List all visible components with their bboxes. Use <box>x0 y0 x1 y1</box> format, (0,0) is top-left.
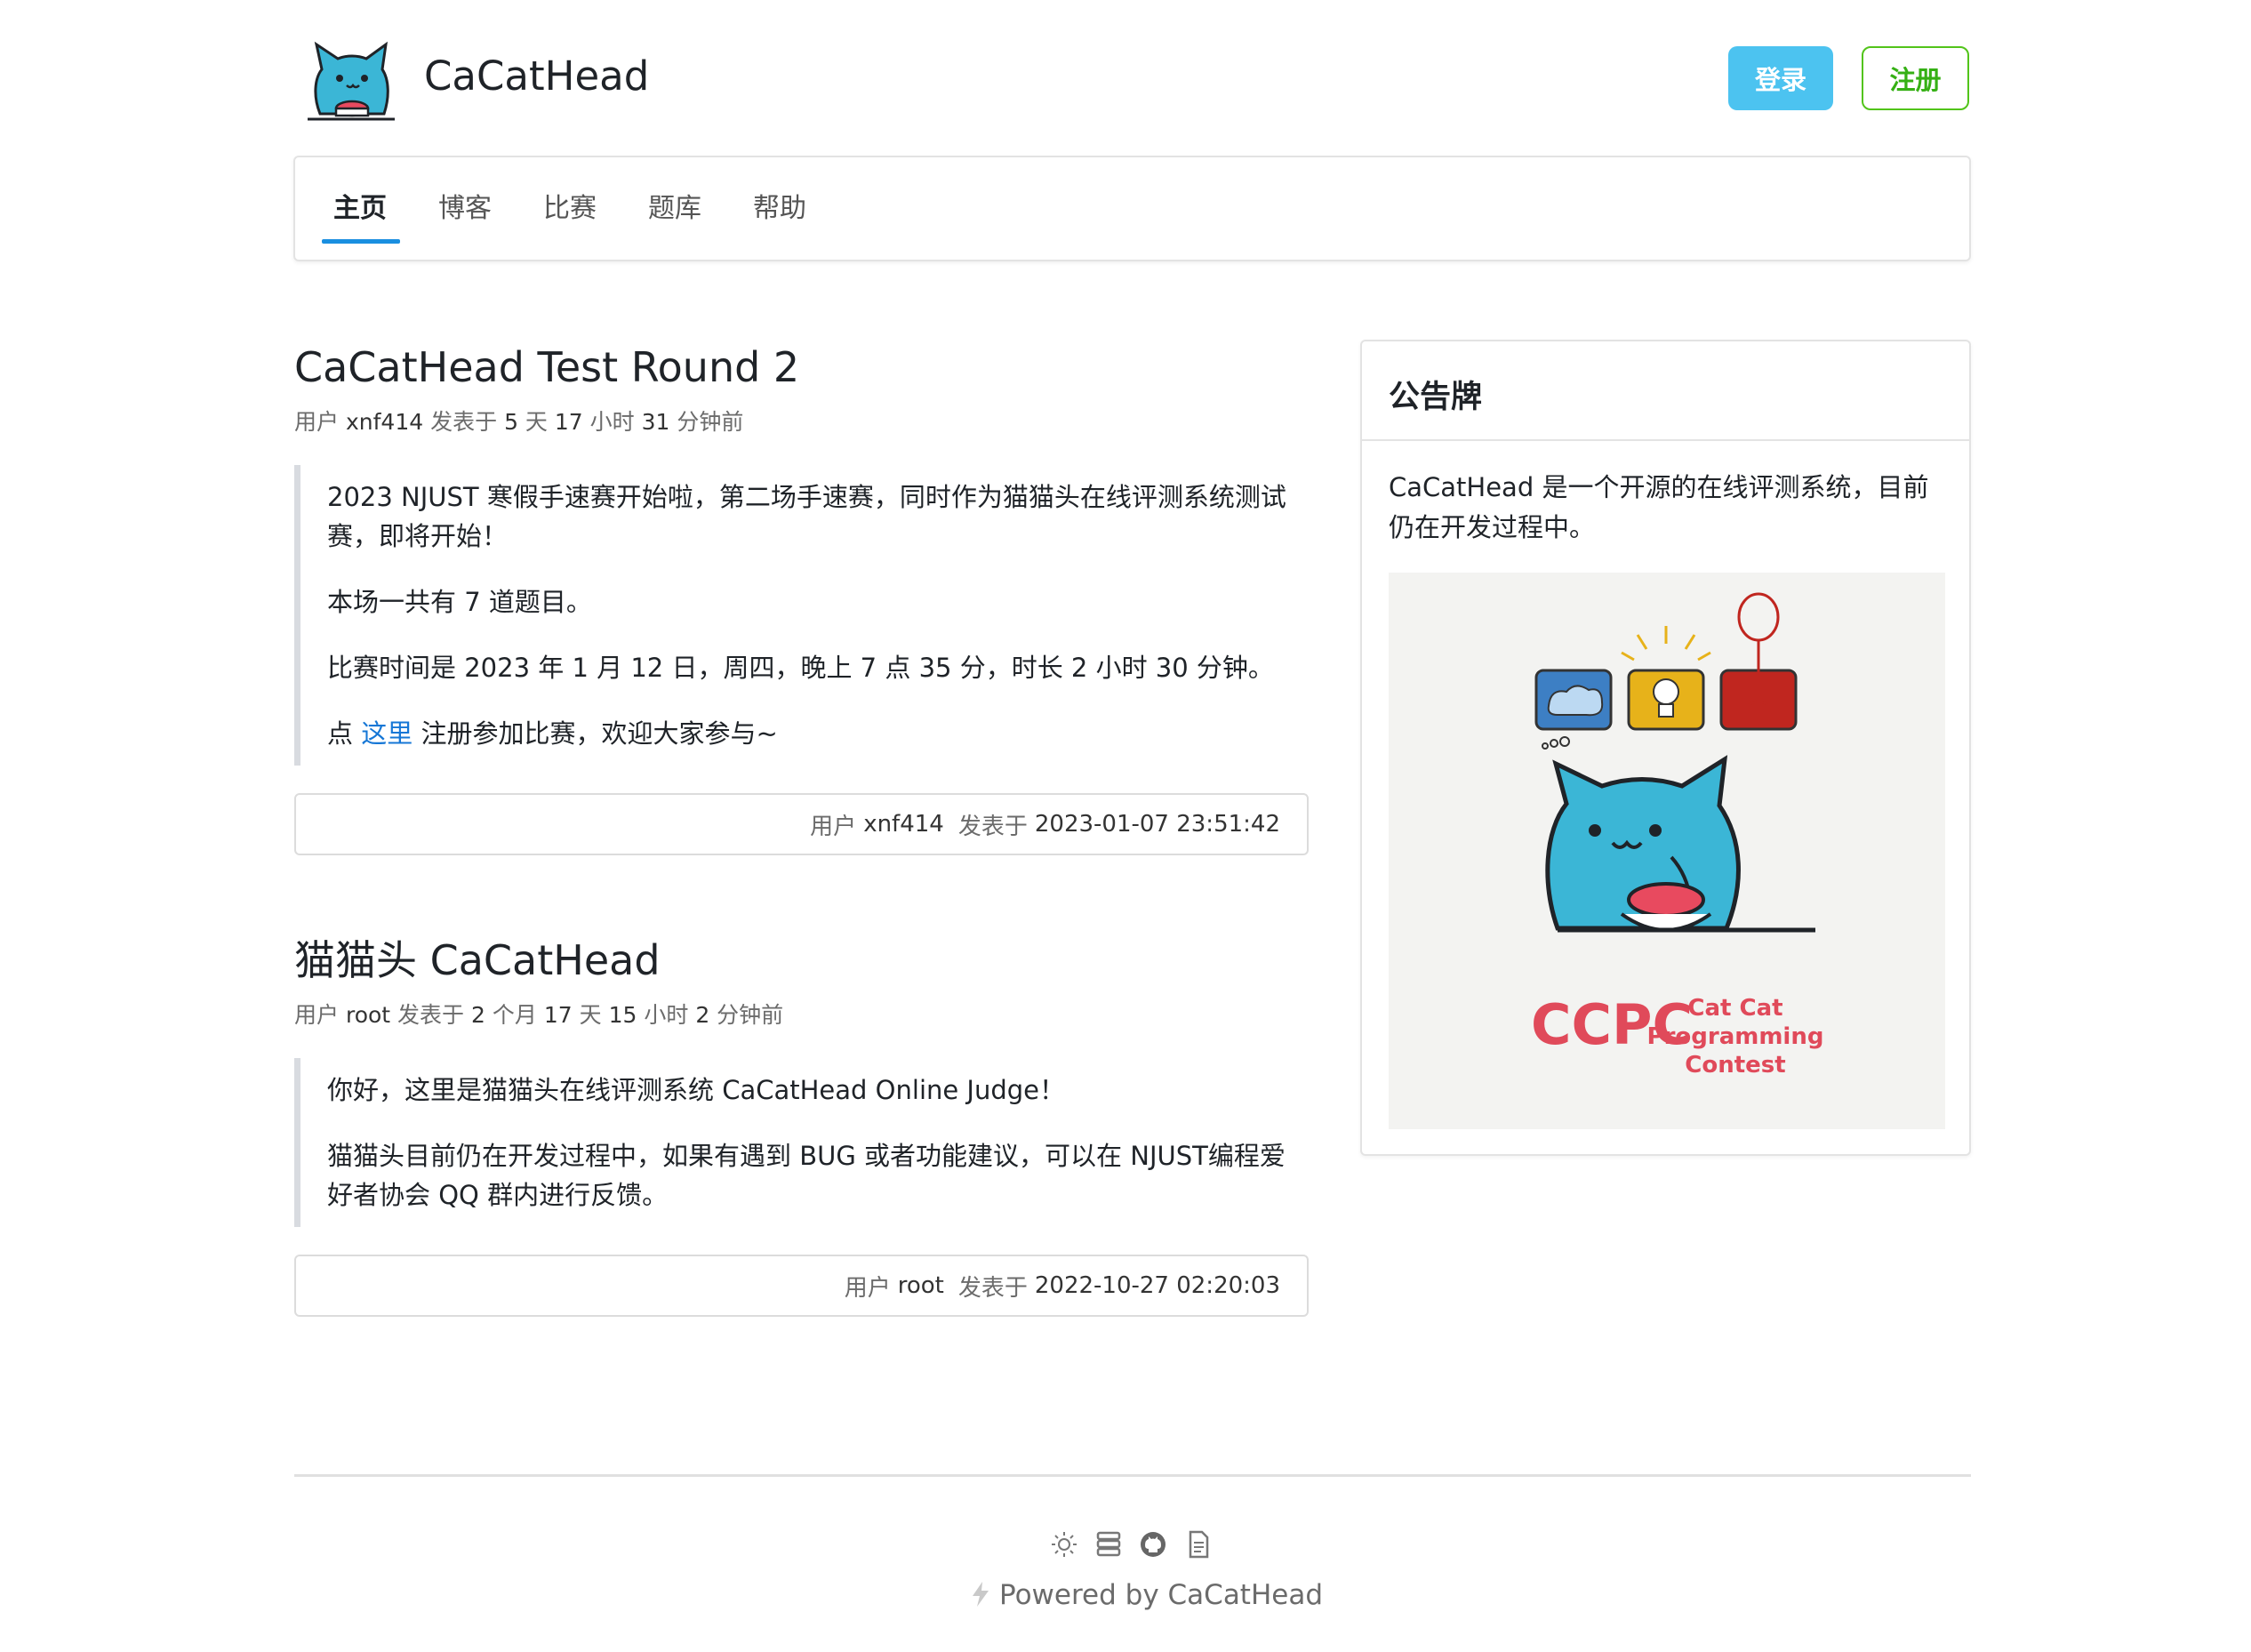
post-meta: 用户 root 发表于 2 个月 17 天 15 小时 2 分钟前 <box>294 1002 784 1028</box>
tab-blog[interactable]: 博客 <box>438 191 492 227</box>
register-contest-link[interactable]: 这里 <box>361 718 413 749</box>
tab-active-indicator <box>322 239 400 244</box>
post-footer: 用户 root 发表于 2022-10-27 02:20:03 <box>294 1255 1309 1317</box>
board-title: 公告牌 <box>1389 380 1483 415</box>
post-author[interactable]: xnf414 <box>863 811 944 838</box>
post-author[interactable]: root <box>346 1002 390 1028</box>
post-paragraph: 好者协会 QQ 群内进行反馈。 <box>327 1180 669 1210</box>
tab-home[interactable]: 主页 <box>333 191 387 227</box>
svg-text:Contest: Contest <box>1685 1052 1785 1079</box>
cat-logo-icon[interactable] <box>302 34 400 132</box>
announcement-board: 公告牌 CaCatHead 是一个开源的在线评测系统，目前 仍在开发过程中。 C… <box>1360 340 1971 1156</box>
github-icon[interactable] <box>1138 1529 1168 1560</box>
post-paragraph: 你好，这里是猫猫头在线评测系统 CaCatHead Online Judge！ <box>327 1075 1066 1105</box>
board-header: 公告牌 <box>1362 341 1969 441</box>
post-meta: 用户 xnf414 发表于 5 天 17 小时 31 分钟前 <box>294 409 744 435</box>
main-nav: 主页 博客 比赛 题库 帮助 <box>293 156 1971 261</box>
post-footer: 用户 xnf414 发表于 2023-01-07 23:51:42 <box>294 793 1309 855</box>
footer-divider <box>294 1474 1971 1477</box>
lightning-icon <box>973 1582 989 1607</box>
powered-by: Powered by CaCatHead <box>969 1576 1323 1615</box>
svg-text:Cat Cat: Cat Cat <box>1687 995 1782 1022</box>
post-paragraph: 赛，即将开始！ <box>327 521 509 551</box>
post-title[interactable]: 猫猫头 CaCatHead <box>294 934 661 987</box>
post-paragraph: 比赛时间是 2023 年 1 月 12 日，周四，晚上 7 点 35 分，时长 … <box>327 653 1274 683</box>
tab-contests[interactable]: 比赛 <box>543 191 597 227</box>
post-time: 2022-10-27 02:20:03 <box>1034 1272 1280 1299</box>
post-paragraph: 点 这里 注册参加比赛，欢迎大家参与~ <box>327 718 778 749</box>
server-icon[interactable] <box>1093 1529 1124 1560</box>
board-text: CaCatHead 是一个开源的在线评测系统，目前 仍在开发过程中。 <box>1389 472 1929 542</box>
post-paragraph: 2023 NJUST 寒假手速赛开始啦，第二场手速赛，同时作为猫猫头在线评测系统… <box>327 482 1286 512</box>
post-time: 2023-01-07 23:51:42 <box>1034 811 1280 838</box>
post-body: 2023 NJUST 寒假手速赛开始啦，第二场手速赛，同时作为猫猫头在线评测系统… <box>294 465 1308 766</box>
post-paragraph: 本场一共有 7 道题目。 <box>327 587 592 617</box>
svg-text:Programming: Programming <box>1647 1023 1824 1050</box>
post-author[interactable]: xnf414 <box>346 409 423 435</box>
page: CaCatHead 登录 注册 主页 博客 比赛 题库 帮助 CaCatHead… <box>0 0 2251 1652</box>
sun-icon[interactable] <box>1049 1529 1079 1560</box>
login-button[interactable]: 登录 <box>1728 46 1833 110</box>
post-author[interactable]: root <box>898 1272 944 1299</box>
tab-problems[interactable]: 题库 <box>648 191 701 227</box>
post-title[interactable]: CaCatHead Test Round 2 <box>294 341 799 394</box>
register-button[interactable]: 注册 <box>1862 46 1969 110</box>
document-icon[interactable] <box>1183 1529 1214 1560</box>
tab-help[interactable]: 帮助 <box>753 191 806 227</box>
brand-name[interactable]: CaCatHead <box>424 50 649 103</box>
post-body: 你好，这里是猫猫头在线评测系统 CaCatHead Online Judge！ … <box>294 1058 1308 1227</box>
ccpc-logo-image: CCPC Cat Cat Programming Contest <box>1389 573 1945 1129</box>
post-paragraph: 猫猫头目前仍在开发过程中，如果有遇到 BUG 或者功能建议，可以在 NJUST编… <box>327 1141 1286 1171</box>
